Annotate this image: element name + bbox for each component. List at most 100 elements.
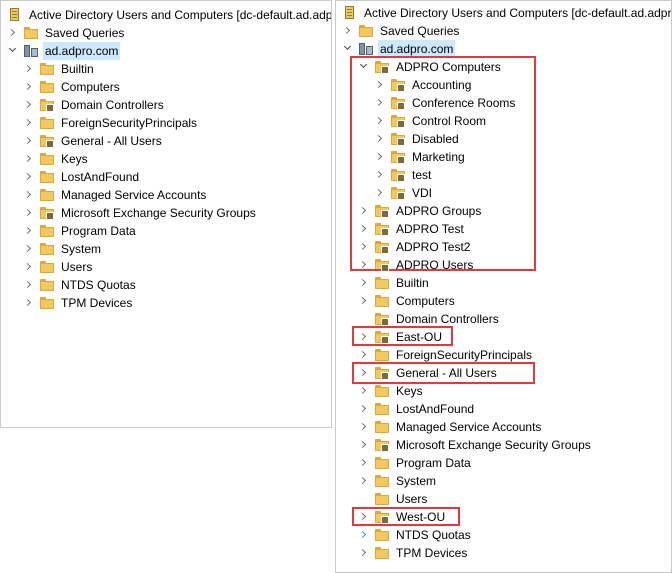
- tree-item-keys[interactable]: Keys: [23, 150, 90, 168]
- chevron-right-icon[interactable]: [358, 202, 370, 220]
- tree-item-label[interactable]: ADPRO Computers: [394, 58, 503, 76]
- tree-item-domain[interactable]: ad.adpro.com: [342, 40, 456, 58]
- tree-item-keys[interactable]: Keys: [358, 382, 425, 400]
- tree-item-users[interactable]: Users: [23, 258, 94, 276]
- tree-item-label[interactable]: Conference Rooms: [410, 94, 517, 112]
- tree-item-label[interactable]: ForeignSecurityPrincipals: [394, 346, 534, 364]
- tree-item-system[interactable]: System: [23, 240, 103, 258]
- tree-item-disabled[interactable]: Disabled: [374, 130, 461, 148]
- tree-root-label[interactable]: Active Directory Users and Computers [dc…: [362, 4, 671, 22]
- chevron-right-icon[interactable]: [7, 24, 19, 42]
- tree-item-label[interactable]: test: [410, 166, 433, 184]
- chevron-right-icon[interactable]: [23, 276, 35, 294]
- tree-item-program-data[interactable]: Program Data: [358, 454, 473, 472]
- tree-item-adpro-test[interactable]: ADPRO Test: [358, 220, 466, 238]
- tree-item-accounting[interactable]: Accounting: [374, 76, 473, 94]
- tree-item-builtin[interactable]: Builtin: [23, 60, 96, 78]
- tree-item-label[interactable]: Managed Service Accounts: [394, 418, 543, 436]
- tree-item-vdi[interactable]: VDI: [374, 184, 434, 202]
- tree-item-label[interactable]: ForeignSecurityPrincipals: [59, 114, 199, 132]
- chevron-right-icon[interactable]: [358, 382, 370, 400]
- tree-item-label[interactable]: Keys: [59, 150, 90, 168]
- chevron-right-icon[interactable]: [23, 78, 35, 96]
- chevron-right-icon[interactable]: [358, 274, 370, 292]
- tree-item-label[interactable]: TPM Devices: [59, 294, 134, 312]
- tree-item-program-data[interactable]: Program Data: [23, 222, 138, 240]
- tree-item-label[interactable]: ADPRO Groups: [394, 202, 483, 220]
- chevron-right-icon[interactable]: [374, 130, 386, 148]
- chevron-right-icon[interactable]: [358, 292, 370, 310]
- chevron-down-icon[interactable]: [342, 40, 354, 58]
- tree-item-computers[interactable]: Computers: [23, 78, 122, 96]
- tree-item-computers[interactable]: Computers: [358, 292, 457, 310]
- tree-item-label[interactable]: General - All Users: [59, 132, 164, 150]
- chevron-right-icon[interactable]: [23, 96, 35, 114]
- tree-item-label[interactable]: Microsoft Exchange Security Groups: [394, 436, 593, 454]
- tree-item-label[interactable]: ADPRO Test2: [394, 238, 472, 256]
- chevron-right-icon[interactable]: [23, 132, 35, 150]
- tree-item-label[interactable]: NTDS Quotas: [59, 276, 138, 294]
- tree-item-adpro-groups[interactable]: ADPRO Groups: [358, 202, 483, 220]
- tree-item-saved-queries[interactable]: Saved Queries: [342, 22, 461, 40]
- tree-item-label[interactable]: Domain Controllers: [394, 310, 501, 328]
- tree-item-control-room[interactable]: Control Room: [374, 112, 488, 130]
- chevron-right-icon[interactable]: [374, 76, 386, 94]
- chevron-right-icon[interactable]: [23, 294, 35, 312]
- tree-item-label[interactable]: Program Data: [394, 454, 473, 472]
- tree-item-label[interactable]: Computers: [59, 78, 122, 96]
- tree-item-label[interactable]: NTDS Quotas: [394, 526, 473, 544]
- tree-item-domain[interactable]: ad.adpro.com: [7, 42, 121, 60]
- tree-item-ntds-quotas[interactable]: NTDS Quotas: [358, 526, 473, 544]
- chevron-right-icon[interactable]: [342, 22, 354, 40]
- chevron-right-icon[interactable]: [23, 150, 35, 168]
- tree-item-label[interactable]: LostAndFound: [59, 168, 141, 186]
- chevron-down-icon[interactable]: [358, 58, 370, 76]
- chevron-right-icon[interactable]: [23, 240, 35, 258]
- chevron-right-icon[interactable]: [374, 184, 386, 202]
- chevron-right-icon[interactable]: [23, 60, 35, 78]
- tree-item-test[interactable]: test: [374, 166, 433, 184]
- chevron-right-icon[interactable]: [374, 112, 386, 130]
- chevron-right-icon[interactable]: [358, 364, 370, 382]
- chevron-right-icon[interactable]: [23, 168, 35, 186]
- tree-item-east-ou[interactable]: East-OU: [358, 328, 444, 346]
- tree-item-adpro-test2[interactable]: ADPRO Test2: [358, 238, 472, 256]
- tree-item-label[interactable]: ADPRO Test: [394, 220, 466, 238]
- tree-item-label[interactable]: System: [394, 472, 438, 490]
- tree-item-domain-controllers[interactable]: Domain Controllers: [23, 96, 166, 114]
- chevron-right-icon[interactable]: [358, 454, 370, 472]
- chevron-right-icon[interactable]: [23, 186, 35, 204]
- chevron-right-icon[interactable]: [23, 114, 35, 132]
- tree-item-lostandfound[interactable]: LostAndFound: [358, 400, 476, 418]
- tree-item-label[interactable]: ad.adpro.com: [378, 40, 456, 58]
- tree-item-tpm-devices[interactable]: TPM Devices: [23, 294, 134, 312]
- tree-item-label[interactable]: System: [59, 240, 103, 258]
- tree-item-label[interactable]: LostAndFound: [394, 400, 476, 418]
- chevron-right-icon[interactable]: [358, 508, 370, 526]
- tree-root-label[interactable]: Active Directory Users and Computers [dc…: [27, 6, 331, 24]
- tree-item-adpro-computers[interactable]: ADPRO Computers: [358, 58, 503, 76]
- tree-item-label[interactable]: Managed Service Accounts: [59, 186, 208, 204]
- tree-item-label[interactable]: Microsoft Exchange Security Groups: [59, 204, 258, 222]
- chevron-right-icon[interactable]: [358, 472, 370, 490]
- tree-root[interactable]: Active Directory Users and Computers [dc…: [338, 4, 671, 22]
- tree-item-label[interactable]: ADPRO Users: [394, 256, 475, 274]
- tree-item-label[interactable]: Saved Queries: [378, 22, 461, 40]
- tree-item-label[interactable]: Keys: [394, 382, 425, 400]
- chevron-right-icon[interactable]: [358, 346, 370, 364]
- tree-item-microsoft-exchange-security-groups[interactable]: Microsoft Exchange Security Groups: [358, 436, 593, 454]
- tree-item-label[interactable]: Users: [59, 258, 94, 276]
- tree-item-label[interactable]: East-OU: [394, 328, 444, 346]
- tree-item-west-ou[interactable]: West-OU: [358, 508, 447, 526]
- chevron-right-icon[interactable]: [358, 238, 370, 256]
- chevron-right-icon[interactable]: [23, 222, 35, 240]
- chevron-right-icon[interactable]: [358, 418, 370, 436]
- chevron-right-icon[interactable]: [358, 400, 370, 418]
- tree-item-label[interactable]: ad.adpro.com: [43, 42, 121, 60]
- tree-item-marketing[interactable]: Marketing: [374, 148, 467, 166]
- tree-item-label[interactable]: General - All Users: [394, 364, 499, 382]
- chevron-right-icon[interactable]: [358, 526, 370, 544]
- tree-item-label[interactable]: TPM Devices: [394, 544, 469, 562]
- chevron-right-icon[interactable]: [374, 94, 386, 112]
- tree-item-general-all-users[interactable]: General - All Users: [23, 132, 164, 150]
